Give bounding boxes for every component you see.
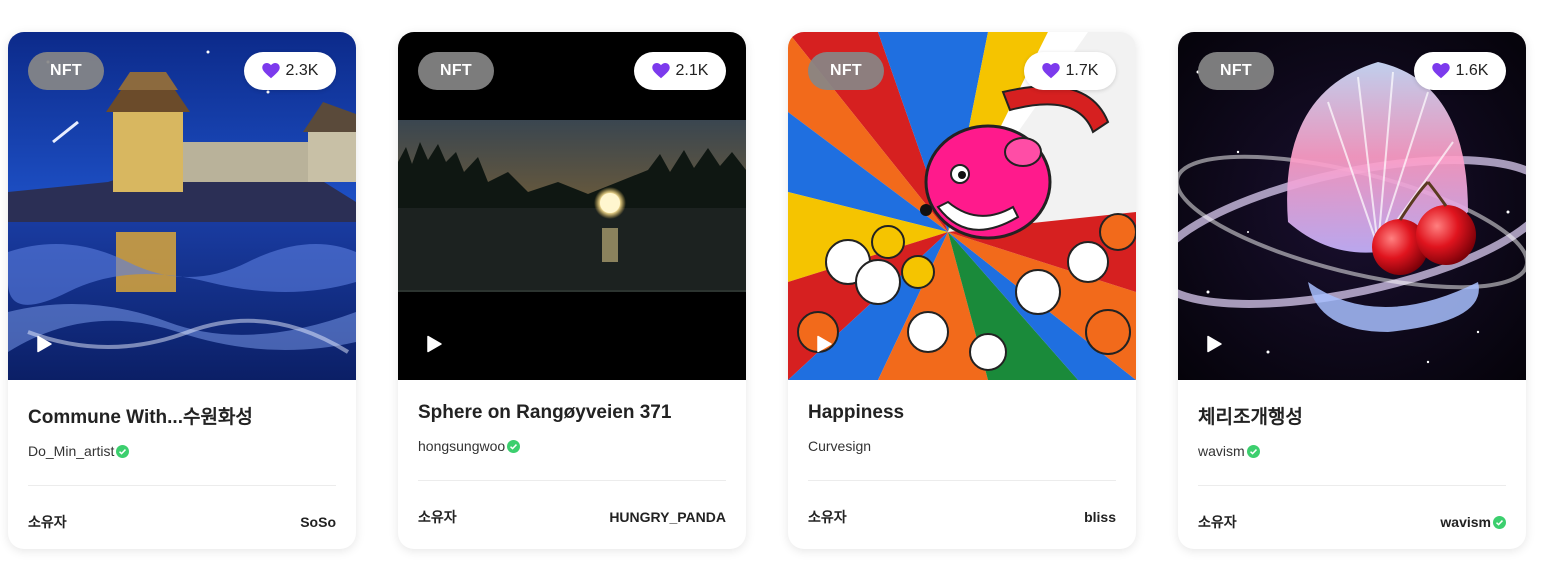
like-count: 2.3K (285, 62, 319, 79)
owner-label: 소유자 (418, 509, 457, 525)
owner-name-wrap: wavism (1440, 514, 1506, 530)
nft-card[interactable]: NFT 2.1K Sphere on Rangøyveien 371 hongs… (398, 32, 746, 549)
creator-row: wavism (1198, 443, 1506, 459)
owner-name-wrap: bliss (1084, 509, 1116, 525)
owner-name-wrap: HUNGRY_PANDA (609, 509, 726, 525)
card-info: Sphere on Rangøyveien 371 hongsungwoo 소유… (398, 402, 746, 527)
card-info: Happiness Curvesign 소유자 bliss (788, 402, 1136, 527)
play-button[interactable] (32, 332, 56, 356)
like-button[interactable]: 1.6K (1414, 52, 1506, 90)
divider (418, 480, 726, 481)
play-button[interactable] (422, 332, 446, 356)
divider (1198, 485, 1506, 486)
card-info: 체리조개행성 wavism 소유자 wavism (1178, 402, 1526, 532)
owner-name[interactable]: SoSo (300, 514, 336, 530)
verified-check-icon (1493, 515, 1506, 529)
creator-name[interactable]: Do_Min_artist (28, 443, 114, 459)
nft-card-grid: NFT 2.3K Commune With...수원화성 Do_Min_arti… (0, 0, 1541, 563)
divider (28, 485, 336, 486)
creator-row: hongsungwoo (418, 438, 726, 454)
creator-row: Curvesign (808, 438, 1116, 454)
card-info: Commune With...수원화성 Do_Min_artist 소유자 So… (8, 402, 356, 532)
nft-media[interactable]: NFT 2.3K (8, 32, 356, 380)
heart-icon (1431, 63, 1450, 79)
owner-name[interactable]: bliss (1084, 509, 1116, 525)
nft-card[interactable]: NFT 1.6K 체리조개행성 wavism 소유자 wavism (1178, 32, 1526, 549)
play-icon (37, 335, 52, 353)
nft-badge: NFT (808, 52, 884, 90)
nft-badge: NFT (28, 52, 104, 90)
like-button[interactable]: 1.7K (1024, 52, 1116, 90)
play-icon (1207, 335, 1222, 353)
nft-title[interactable]: Sphere on Rangøyveien 371 (418, 402, 726, 424)
play-icon (817, 335, 832, 353)
heart-icon (261, 63, 280, 79)
like-button[interactable]: 2.1K (634, 52, 726, 90)
creator-name[interactable]: hongsungwoo (418, 438, 505, 454)
nft-media[interactable]: NFT 1.7K (788, 32, 1136, 380)
like-count: 2.1K (675, 62, 709, 79)
nft-media[interactable]: NFT 2.1K (398, 32, 746, 380)
owner-row: 소유자 bliss (808, 507, 1116, 527)
divider (808, 480, 1116, 481)
heart-icon (1041, 63, 1060, 79)
owner-row: 소유자 HUNGRY_PANDA (418, 507, 726, 527)
owner-name[interactable]: HUNGRY_PANDA (609, 509, 726, 525)
play-icon (427, 335, 442, 353)
nft-title[interactable]: Happiness (808, 402, 1116, 424)
creator-row: Do_Min_artist (28, 443, 336, 459)
nft-title[interactable]: Commune With...수원화성 (28, 402, 336, 429)
nft-media[interactable]: NFT 1.6K (1178, 32, 1526, 380)
nft-title[interactable]: 체리조개행성 (1198, 402, 1506, 429)
owner-label: 소유자 (808, 509, 847, 525)
nft-card[interactable]: NFT 1.7K Happiness Curvesign 소유자 bliss (788, 32, 1136, 549)
nft-card[interactable]: NFT 2.3K Commune With...수원화성 Do_Min_arti… (8, 32, 356, 549)
owner-row: 소유자 wavism (1198, 512, 1506, 532)
like-count: 1.6K (1455, 62, 1489, 79)
play-button[interactable] (1202, 332, 1226, 356)
verified-check-icon (507, 439, 521, 453)
nft-badge: NFT (418, 52, 494, 90)
owner-label: 소유자 (1198, 514, 1237, 530)
verified-check-icon (1246, 444, 1260, 458)
creator-name[interactable]: wavism (1198, 443, 1245, 459)
owner-row: 소유자 SoSo (28, 512, 336, 532)
like-count: 1.7K (1065, 62, 1099, 79)
owner-label: 소유자 (28, 514, 67, 530)
owner-name-wrap: SoSo (300, 514, 336, 530)
heart-icon (651, 63, 670, 79)
nft-badge: NFT (1198, 52, 1274, 90)
owner-name[interactable]: wavism (1440, 514, 1491, 530)
creator-name[interactable]: Curvesign (808, 438, 871, 454)
like-button[interactable]: 2.3K (244, 52, 336, 90)
play-button[interactable] (812, 332, 836, 356)
verified-check-icon (116, 444, 130, 458)
